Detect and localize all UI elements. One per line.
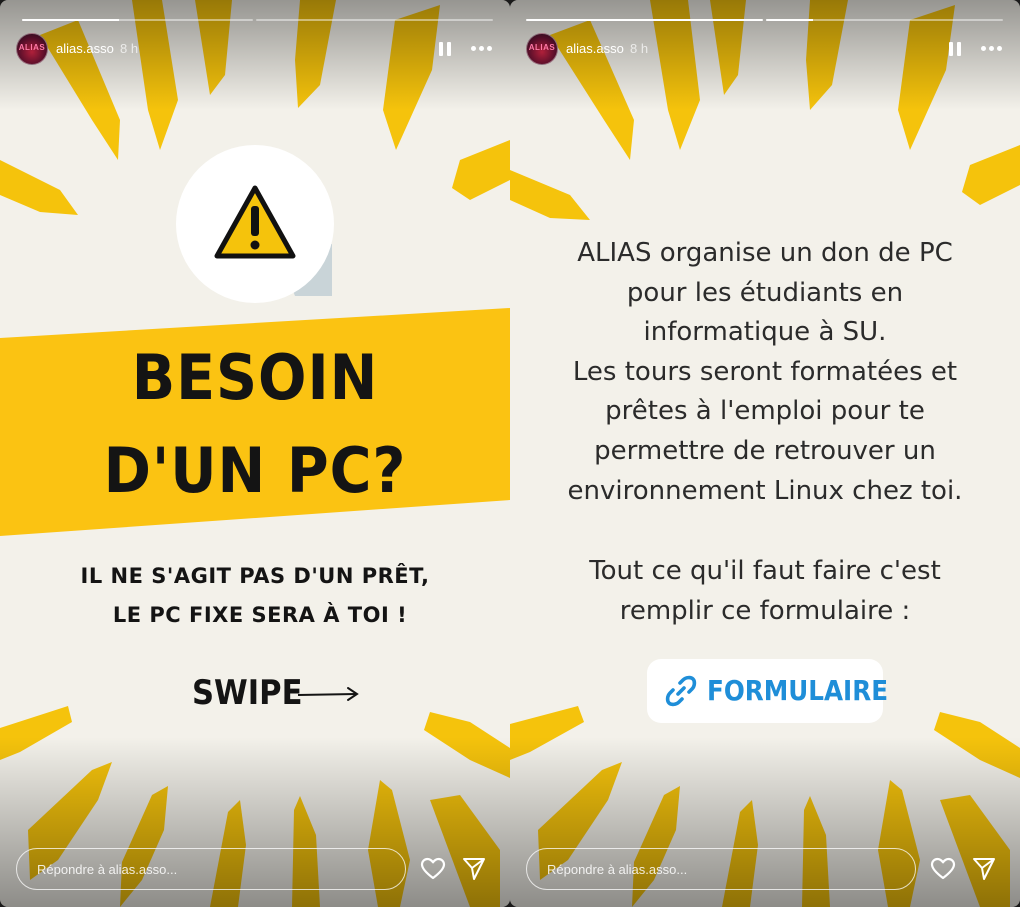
progress-segment-2 [766, 19, 1003, 21]
progress-fill [22, 19, 120, 21]
progress-segment-1 [22, 19, 253, 21]
text-line: Tout ce qu'il faut faire c'est [589, 556, 941, 586]
form-link-sticker[interactable]: FORMULAIRE [647, 659, 888, 723]
avatar-logo-text: ALIAS [18, 43, 46, 52]
username[interactable]: alias.asso [56, 41, 114, 56]
story-text-paragraph-1: ALIAS organise un don de PC pour les étu… [510, 234, 1020, 511]
link-icon [665, 675, 697, 707]
text-line: ALIAS organise un don de PC [577, 238, 953, 268]
heart-icon[interactable] [930, 856, 956, 882]
text-line: pour les étudiants en [626, 277, 904, 308]
warning-triangle-icon [176, 145, 334, 303]
more-dots-icon[interactable] [470, 43, 494, 55]
avatar-logo-text: ALIAS [528, 43, 556, 52]
timestamp: 8 h [120, 41, 139, 56]
arrow-right-icon [297, 687, 359, 701]
text-line: informatique à SU. [643, 317, 887, 348]
progress-segment-2 [256, 19, 493, 21]
pause-icon[interactable] [438, 41, 452, 57]
story-header: ALIAS alias.asso 8 h [16, 33, 494, 67]
progress-segment-1 [526, 19, 763, 21]
subtitle-line-1: IL NE S'AGIT PAS D'UN PRÊT, [80, 564, 430, 588]
text-line: prêtes à l'emploi pour te [605, 396, 925, 427]
avatar[interactable]: ALIAS [526, 33, 558, 65]
send-icon[interactable] [971, 856, 997, 882]
text-line: environnement Linux chez toi. [567, 475, 963, 506]
reply-input[interactable] [526, 848, 916, 890]
story-panel-2[interactable]: ALIAS organise un don de PC pour les étu… [510, 0, 1020, 907]
story-text-paragraph-2: Tout ce qu'il faut faire c'est remplir c… [510, 552, 1020, 631]
text-line: Les tours seront formatées et [572, 356, 958, 387]
pause-icon[interactable] [948, 41, 962, 57]
more-dots-icon[interactable] [980, 43, 1004, 55]
form-link-label: FORMULAIRE [707, 674, 889, 707]
username[interactable]: alias.asso [566, 41, 624, 56]
text-line: permettre de retrouver un [594, 435, 936, 466]
subtitle-line-2: LE PC FIXE SERA À TOI ! [112, 603, 408, 627]
avatar[interactable]: ALIAS [16, 33, 48, 65]
timestamp: 8 h [630, 41, 649, 56]
story-header: ALIAS alias.asso 8 h [526, 33, 1004, 67]
send-icon[interactable] [461, 856, 487, 882]
swipe-label: SWIPE [192, 673, 303, 713]
headline-line-1: BESOIN [131, 341, 379, 414]
story-viewer: BESOIN D'UN PC? IL NE S'AGIT PAS D'UN PR… [0, 0, 1020, 907]
story-panel-1[interactable]: BESOIN D'UN PC? IL NE S'AGIT PAS D'UN PR… [0, 0, 510, 907]
text-line: remplir ce formulaire : [619, 595, 911, 626]
progress-fill [766, 19, 814, 21]
reply-input[interactable] [16, 848, 406, 890]
heart-icon[interactable] [420, 856, 446, 882]
headline-line-2: D'UN PC? [103, 434, 407, 507]
progress-fill [526, 19, 763, 21]
